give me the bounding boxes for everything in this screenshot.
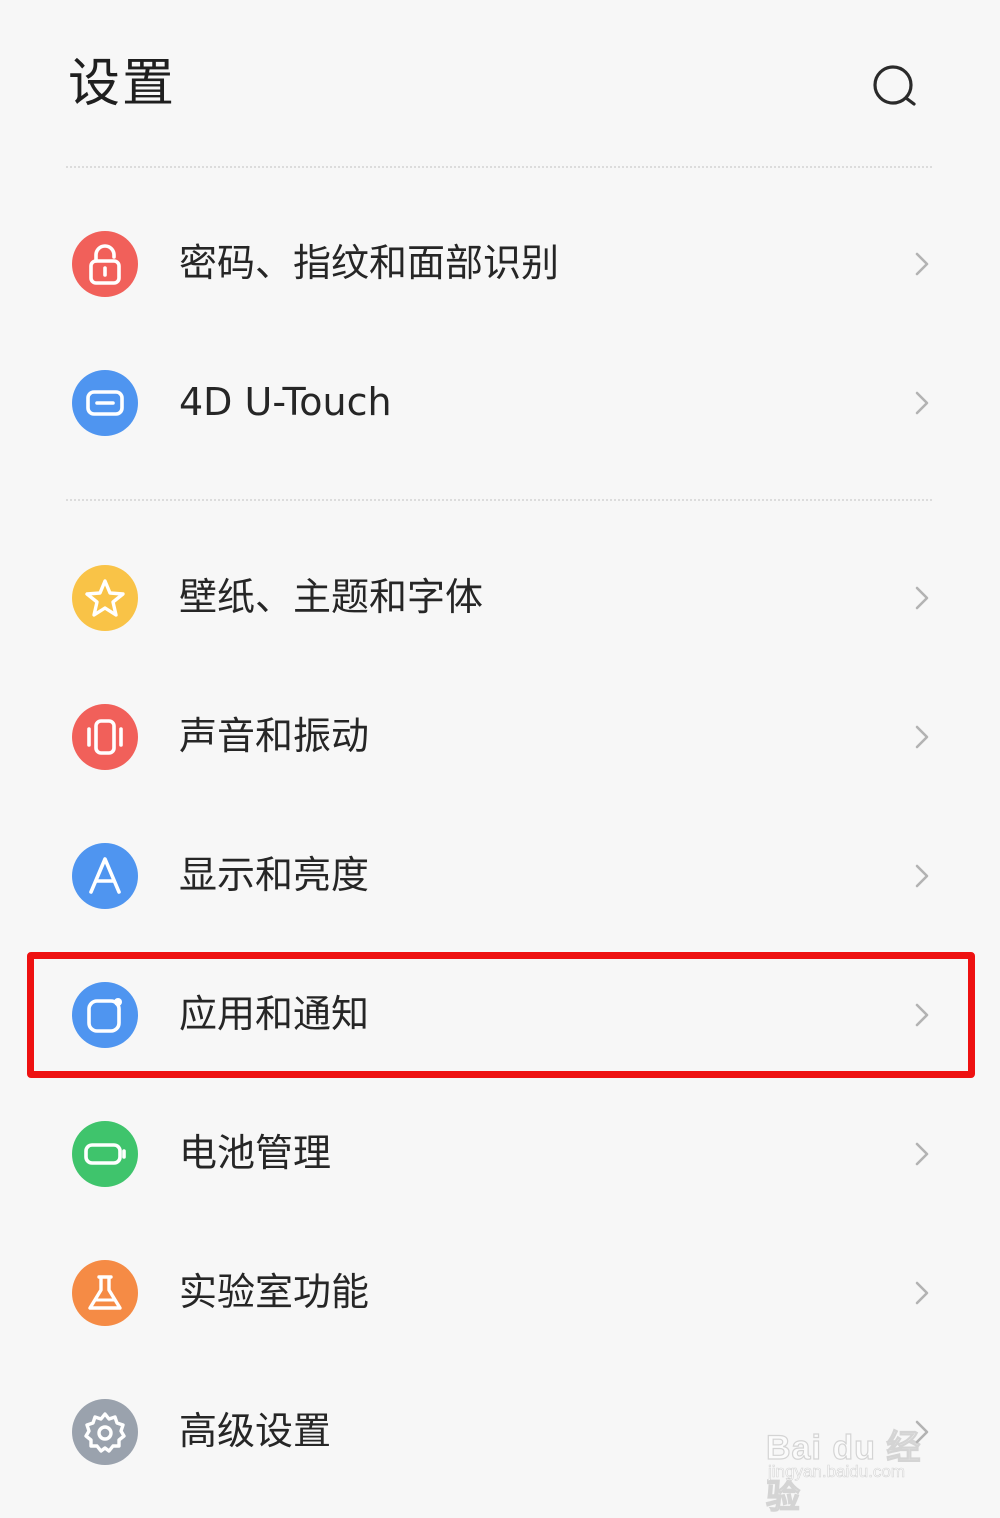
settings-item-lab-features[interactable]: 实验室功能 [0, 1223, 1000, 1362]
settings-item-wallpaper-theme-font[interactable]: 壁纸、主题和字体 [0, 528, 1000, 667]
search-icon [873, 65, 916, 106]
settings-item-label: 4D U-Touch [179, 380, 392, 424]
settings-item-display-brightness[interactable]: 显示和亮度 [0, 806, 1000, 945]
settings-item-label: 高级设置 [179, 1409, 332, 1453]
page-title: 设置 [68, 54, 177, 114]
vibration-icon [72, 704, 138, 770]
star-icon [72, 565, 138, 631]
section-divider [66, 166, 932, 168]
watermark: Bai du 经验 jingyan.baidu.com [765, 1402, 956, 1516]
chevron-right-icon [915, 1281, 929, 1305]
flask-icon [72, 1260, 138, 1326]
chevron-right-icon [915, 864, 929, 888]
settings-item-battery[interactable]: 电池管理 [0, 1084, 1000, 1223]
highlight-box [27, 952, 975, 1078]
header: 设置 [0, 0, 1000, 165]
watermark-url: jingyan.baidu.com [768, 1462, 906, 1482]
settings-item-sound-vibration[interactable]: 声音和振动 [0, 667, 1000, 806]
settings-item-label: 显示和亮度 [179, 853, 370, 897]
touch-panel-icon [72, 370, 138, 436]
search-button[interactable] [866, 60, 922, 116]
settings-item-password-fingerprint-face[interactable]: 密码、指纹和面部识别 [0, 194, 1000, 333]
settings-item-label: 壁纸、主题和字体 [179, 575, 484, 619]
chevron-right-icon [915, 1142, 929, 1166]
chevron-right-icon [915, 586, 929, 610]
letter-a-icon [72, 843, 138, 909]
chevron-right-icon [915, 252, 929, 276]
settings-item-label: 声音和振动 [179, 714, 370, 758]
settings-item-label: 实验室功能 [179, 1270, 370, 1314]
chevron-right-icon [915, 391, 929, 415]
gear-icon [72, 1399, 138, 1465]
settings-item-label: 密码、指纹和面部识别 [179, 241, 560, 285]
section-divider [66, 499, 932, 501]
settings-item-4d-u-touch[interactable]: 4D U-Touch [0, 333, 1000, 472]
settings-item-label: 电池管理 [179, 1131, 332, 1175]
battery-icon [72, 1121, 138, 1187]
chevron-right-icon [915, 725, 929, 749]
lock-icon [72, 231, 138, 297]
